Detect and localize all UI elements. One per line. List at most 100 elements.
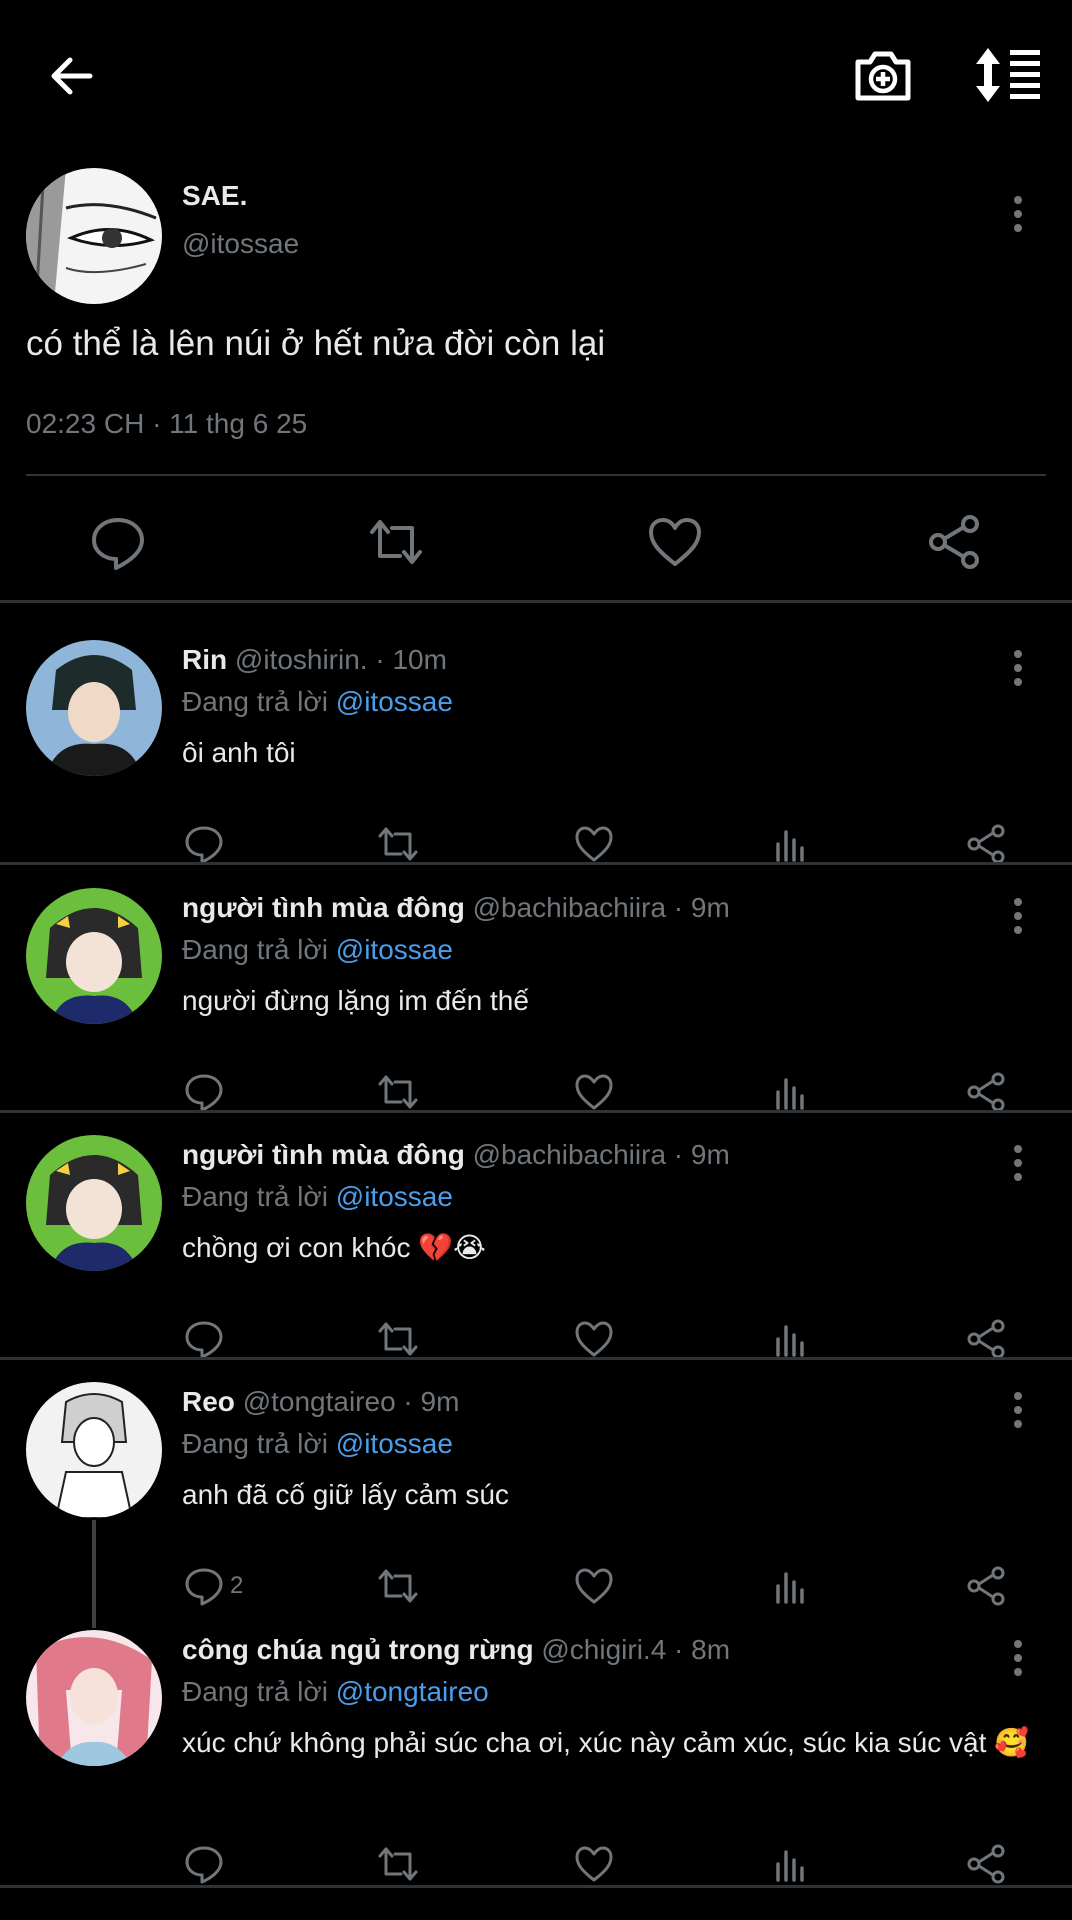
retweet-icon[interactable] (366, 512, 426, 572)
avatar[interactable] (26, 1135, 162, 1271)
avatar[interactable] (26, 168, 162, 304)
comment-button[interactable] (182, 1840, 226, 1888)
reply-count: 2 (230, 1572, 244, 1599)
share-button[interactable] (964, 1315, 1008, 1363)
reply-header: người tình mùa đông @bachibachiira · 9m (182, 892, 730, 924)
reply-tweet[interactable]: công chúa ngủ trong rừng @chigiri.4 · 8m… (0, 1630, 1072, 1884)
avatar[interactable] (26, 640, 162, 776)
replying-to: Đang trả lời @tongtaireo (182, 1676, 489, 1708)
comment-button[interactable] (182, 1068, 226, 1116)
mention-link[interactable]: @itossae (336, 1428, 453, 1459)
heart-button[interactable] (572, 1068, 616, 1116)
thread-line (92, 1520, 96, 1628)
author-handle[interactable]: @itossae (182, 228, 299, 260)
comment-icon (182, 1317, 226, 1361)
author-name[interactable]: người tình mùa đông (182, 1139, 465, 1170)
comment-icon (182, 1070, 226, 1114)
heart-icon (572, 1842, 616, 1886)
author-handle-time: @itoshirin. · 10m (234, 644, 447, 675)
reply-header: công chúa ngủ trong rừng @chigiri.4 · 8m (182, 1634, 730, 1666)
comment-button[interactable]: 2 (182, 1562, 243, 1610)
bar-chart-button[interactable] (768, 1068, 812, 1116)
heart-button[interactable] (572, 820, 616, 868)
replying-prefix: Đang trả lời (182, 1676, 328, 1707)
heart-icon[interactable] (645, 512, 705, 572)
divider (0, 1110, 1072, 1113)
replying-prefix: Đang trả lời (182, 1428, 328, 1459)
top-bar (0, 0, 1072, 150)
comment-icon[interactable] (88, 512, 148, 572)
comment-icon (182, 822, 226, 866)
camera-plus-icon[interactable] (852, 44, 914, 106)
divider (0, 1885, 1072, 1888)
tweet-timestamp: 02:23 CH · 11 thg 6 25 (26, 408, 308, 439)
share-icon[interactable] (924, 512, 984, 572)
share-button[interactable] (964, 1562, 1008, 1610)
reply-text: chồng ơi con khóc 💔😭 (182, 1232, 486, 1263)
reply-tweet[interactable]: người tình mùa đông @bachibachiira · 9m Đ… (0, 1135, 1072, 1375)
retweet-button[interactable] (376, 1562, 420, 1610)
share-icon (964, 1564, 1008, 1608)
mention-link[interactable]: @tongtaireo (336, 1676, 489, 1707)
bar-chart-icon (768, 1564, 812, 1608)
replying-to: Đang trả lời @itossae (182, 1181, 453, 1213)
reply-tweet[interactable]: Rin @itoshirin. · 10m Đang trả lời @itoss… (0, 640, 1072, 880)
reply-header: Rin @itoshirin. · 10m (182, 644, 447, 676)
more-vertical-icon[interactable] (1000, 1636, 1036, 1680)
share-icon (964, 1317, 1008, 1361)
reply-actions: 2 (0, 1562, 1072, 1612)
heart-button[interactable] (572, 1315, 616, 1363)
author-name[interactable]: SAE. (182, 180, 247, 212)
more-vertical-icon[interactable] (1000, 646, 1036, 690)
reply-actions (0, 1840, 1072, 1890)
avatar[interactable] (26, 1630, 162, 1766)
bar-chart-icon (768, 1070, 812, 1114)
share-button[interactable] (964, 820, 1008, 868)
author-name[interactable]: công chúa ngủ trong rừng (182, 1634, 534, 1665)
heart-button[interactable] (572, 1840, 616, 1888)
bar-chart-button[interactable] (768, 820, 812, 868)
comment-icon (182, 1564, 226, 1608)
bar-chart-icon (768, 1317, 812, 1361)
reply-text: xúc chứ không phải súc cha ơi, xúc này c… (182, 1727, 1029, 1758)
reply-tweet[interactable]: người tình mùa đông @bachibachiira · 9m Đ… (0, 888, 1072, 1128)
reply-text: ôi anh tôi (182, 737, 296, 768)
avatar[interactable] (26, 1382, 162, 1518)
tweet-text: có thể là lên núi ở hết nửa đời còn lại (26, 324, 606, 363)
avatar[interactable] (26, 888, 162, 1024)
divider (0, 600, 1072, 603)
comment-button[interactable] (182, 820, 226, 868)
heart-icon (572, 822, 616, 866)
mention-link[interactable]: @itossae (336, 1181, 453, 1212)
retweet-button[interactable] (376, 820, 420, 868)
mention-link[interactable]: @itossae (336, 686, 453, 717)
reply-tweet[interactable]: Reo @tongtaireo · 9m Đang trả lời @itossa… (0, 1382, 1072, 1622)
author-handle-time: @bachibachiira · 9m (472, 1139, 730, 1170)
comment-button[interactable] (182, 1315, 226, 1363)
replying-to: Đang trả lời @itossae (182, 686, 453, 718)
bar-chart-button[interactable] (768, 1562, 812, 1610)
heart-button[interactable] (572, 1562, 616, 1610)
bar-chart-button[interactable] (768, 1315, 812, 1363)
retweet-icon (376, 1564, 420, 1608)
retweet-button[interactable] (376, 1840, 420, 1888)
author-handle-time: @tongtaireo · 9m (242, 1386, 460, 1417)
bar-chart-button[interactable] (768, 1840, 812, 1888)
back-arrow-icon[interactable] (44, 48, 100, 104)
author-name[interactable]: Rin (182, 644, 227, 675)
reply-text: anh đã cố giữ lấy cảm súc (182, 1479, 509, 1510)
share-button[interactable] (964, 1068, 1008, 1116)
mention-link[interactable]: @itossae (336, 934, 453, 965)
more-vertical-icon[interactable] (1000, 894, 1036, 938)
retweet-button[interactable] (376, 1315, 420, 1363)
sort-icon[interactable] (974, 46, 1044, 104)
author-name[interactable]: người tình mùa đông (182, 892, 465, 923)
retweet-icon (376, 1317, 420, 1361)
more-vertical-icon[interactable] (1000, 1388, 1036, 1432)
more-vertical-icon[interactable] (1000, 1141, 1036, 1185)
more-vertical-icon[interactable] (1000, 192, 1036, 236)
author-name[interactable]: Reo (182, 1386, 235, 1417)
retweet-button[interactable] (376, 1068, 420, 1116)
share-button[interactable] (964, 1840, 1008, 1888)
heart-icon (572, 1070, 616, 1114)
